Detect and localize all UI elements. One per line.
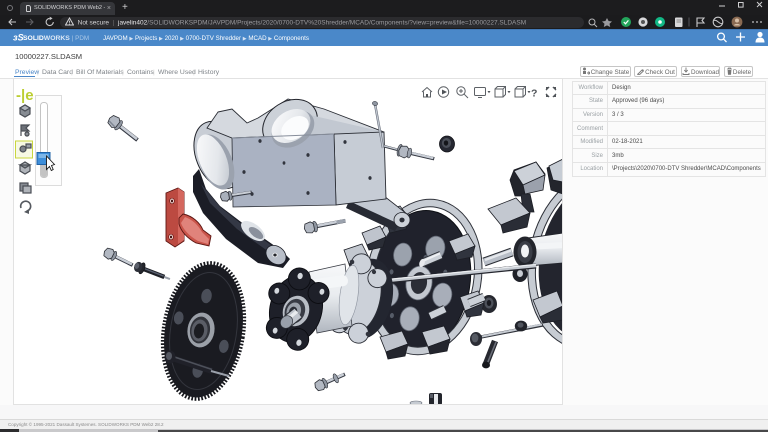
svg-text:JAVPDM ▶ Projects ▶ 2020 ▶ 070: JAVPDM ▶ Projects ▶ 2020 ▶ 0700-DTV Shre… bbox=[103, 35, 309, 42]
svg-text:?: ? bbox=[531, 88, 537, 100]
svg-text:SOLIDWORKS | PDM: SOLIDWORKS | PDM bbox=[23, 35, 89, 42]
svg-text:-|e: -|e bbox=[16, 87, 34, 104]
